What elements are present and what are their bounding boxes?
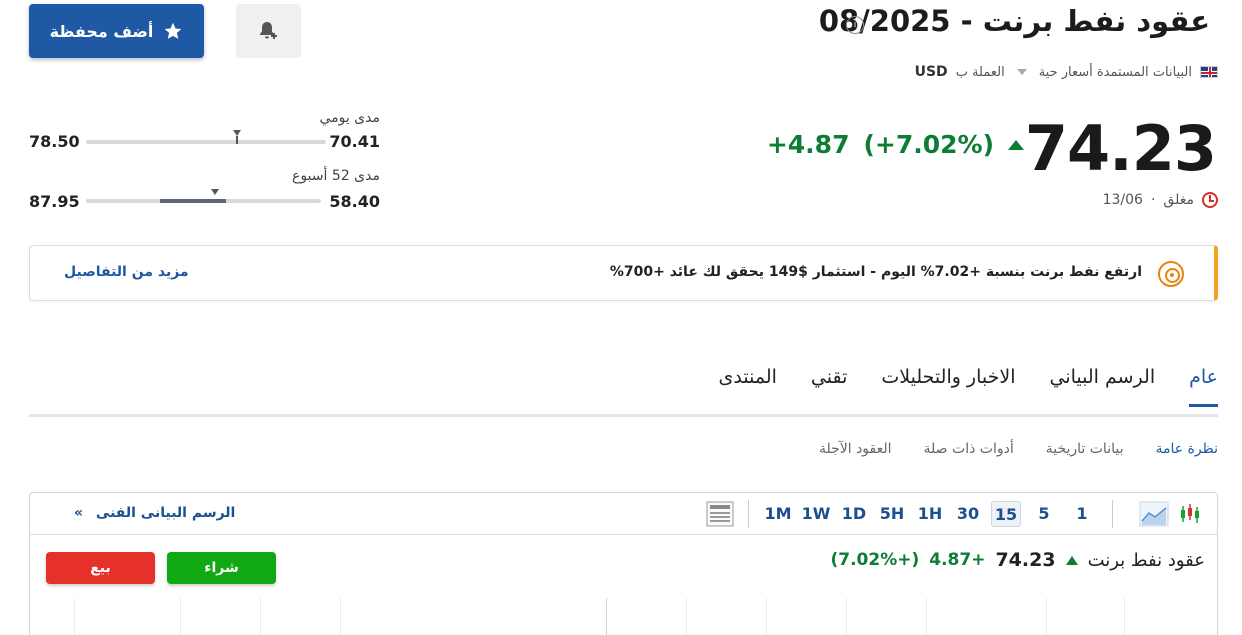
tab-technical[interactable]: تقني: [811, 366, 847, 407]
tab-news-analysis[interactable]: الاخبار والتحليلات: [881, 366, 1015, 407]
week52-range-bar: [86, 199, 321, 203]
technical-chart-label: الرسم البيانى الفنى: [95, 505, 236, 521]
promo-banner[interactable]: ارتفع نفط برنت بنسبة +7.02% اليوم - استث…: [29, 245, 1218, 301]
chart-gridline: [686, 598, 687, 635]
clock-icon: [1202, 192, 1218, 208]
week52-range-label: مدى 52 أسبوع: [292, 168, 380, 184]
subtab-futures-contracts[interactable]: العقود الآجلة: [819, 441, 892, 457]
tab-chart[interactable]: الرسم البياني: [1050, 366, 1156, 407]
chevron-down-icon[interactable]: [1016, 69, 1027, 75]
data-source-label: البيانات المستمدة أسعار حية: [1038, 64, 1192, 80]
chart-gridline: [846, 598, 847, 635]
currency-label: العملة ب: [955, 64, 1005, 80]
page-title: عقود نفط برنت - 08/2025: [818, 4, 1210, 38]
meta-row: USD العملة ب البيانات المستمدة أسعار حية: [915, 64, 1218, 80]
market-status: 13/06 · مغلق: [1103, 192, 1218, 208]
daily-range-tick: [236, 136, 239, 144]
chart-gridline: [1124, 598, 1125, 635]
add-portfolio-button[interactable]: أضف محفظة: [29, 4, 204, 58]
star-icon: [165, 22, 182, 39]
chart-gridline: [74, 598, 75, 635]
interval-15[interactable]: 15: [991, 501, 1021, 527]
change-value: +4.87: [766, 130, 850, 159]
chart-gridline: [340, 598, 341, 635]
chart-instrument-name: عقود نفط برنت: [1087, 549, 1205, 571]
interval-1h[interactable]: 1H: [915, 501, 945, 527]
daily-range-label: مدى يومي: [319, 110, 380, 126]
chart-change: +4.87: [929, 550, 986, 570]
add-alert-button[interactable]: [236, 4, 301, 58]
chart-change-percent: (+7.02%): [830, 550, 920, 570]
arrow-up-icon: [1008, 139, 1024, 150]
change-percent: (+7.02%): [863, 130, 994, 159]
technical-chart-link[interactable]: الرسم البيانى الفنى »: [74, 505, 235, 521]
double-chevron-icon: »: [74, 505, 84, 521]
subtab-historical-data[interactable]: بيانات تاريخية: [1046, 441, 1124, 457]
subtab-overview[interactable]: نظرة عامة: [1155, 441, 1218, 457]
chart-toolbar: 1M 1W 1D 5H 1H 30 15 5 1 الرسم البيانى ا…: [30, 493, 1217, 535]
toolbar-separator: [1112, 500, 1113, 528]
bell-plus-icon: [259, 22, 277, 39]
area-chart-icon[interactable]: [1139, 501, 1169, 527]
chart-gridline: [926, 598, 927, 635]
chart-gridline: [606, 598, 607, 635]
toolbar-separator: [748, 500, 749, 528]
candlestick-chart-icon[interactable]: [1177, 501, 1203, 527]
currency-value: USD: [914, 64, 948, 80]
chart-gridline: [260, 598, 261, 635]
daily-range-low: 70.41: [329, 132, 380, 151]
status-text: مغلق: [1163, 192, 1194, 208]
main-tabs: عام الرسم البياني الاخبار والتحليلات تقن…: [719, 366, 1218, 407]
price-change: +4.87 (+7.02%): [767, 130, 1024, 159]
table-view-icon[interactable]: [706, 501, 734, 527]
sell-button[interactable]: بيع: [46, 552, 155, 584]
info-icon[interactable]: i: [846, 16, 864, 34]
arrow-up-icon: [1065, 555, 1078, 565]
chart-quote-header: عقود نفط برنت 74.23 +4.87 (+7.02%): [830, 549, 1205, 571]
chart-gridline: [180, 598, 181, 635]
tab-general[interactable]: عام: [1189, 366, 1218, 407]
daily-range-high: 78.50: [29, 132, 80, 151]
interval-30[interactable]: 30: [953, 501, 983, 527]
chart-gridline: [1046, 598, 1047, 635]
week52-range-high: 87.95: [29, 192, 80, 211]
week52-range-fill: [160, 199, 226, 203]
daily-range-bar: [86, 140, 326, 144]
interval-selector: 1M 1W 1D 5H 1H 30 15 5 1: [763, 501, 1097, 527]
chart-gridline: [766, 598, 767, 635]
chart-price: 74.23: [995, 549, 1056, 571]
interval-1m-long[interactable]: 1M: [763, 501, 793, 527]
sub-tabs: نظرة عامة بيانات تاريخية أدوات ذات صلة ا…: [819, 441, 1218, 457]
status-date: 13/06: [1102, 192, 1143, 208]
chart-widget: 1M 1W 1D 5H 1H 30 15 5 1 الرسم البيانى ا…: [29, 492, 1218, 635]
tabs-divider: [29, 414, 1218, 417]
subtab-related-instruments[interactable]: أدوات ذات صلة: [924, 441, 1014, 457]
status-separator: ·: [1150, 192, 1156, 208]
week52-range-marker: [211, 189, 220, 195]
target-icon: [1158, 261, 1184, 287]
add-portfolio-label: أضف محفظة: [49, 21, 154, 41]
interval-5[interactable]: 5: [1029, 501, 1059, 527]
tab-forum[interactable]: المنتدى: [719, 366, 777, 407]
promo-text: ارتفع نفط برنت بنسبة +7.02% اليوم - استث…: [609, 264, 1142, 280]
last-price: 74.23: [1024, 112, 1217, 185]
week52-range-low: 58.40: [329, 192, 380, 211]
more-details-link[interactable]: مزيد من التفاصيل: [64, 264, 189, 280]
buy-button[interactable]: شراء: [167, 552, 276, 584]
interval-1[interactable]: 1: [1067, 501, 1097, 527]
uk-flag-icon: [1200, 66, 1218, 78]
interval-5h[interactable]: 5H: [877, 501, 907, 527]
interval-1w[interactable]: 1W: [801, 501, 831, 527]
interval-1d[interactable]: 1D: [839, 501, 869, 527]
